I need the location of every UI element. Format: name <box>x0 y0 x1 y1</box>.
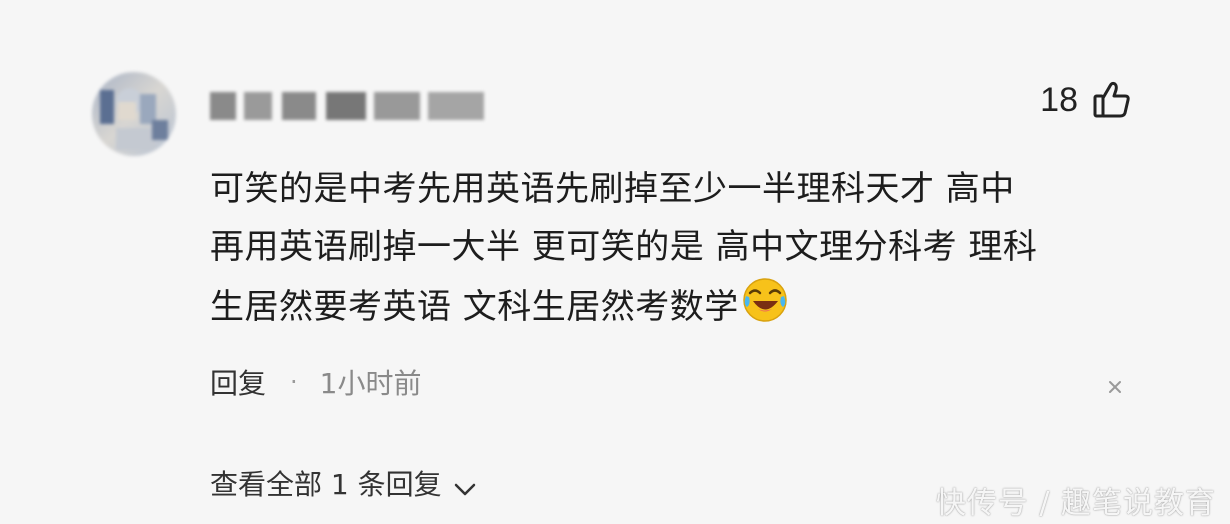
watermark: 快传号 / 趣笔说教育 <box>935 486 1216 521</box>
thumbs-up-icon[interactable] <box>1092 80 1132 120</box>
chevron-down-icon <box>452 473 478 496</box>
separator-dot: · <box>290 368 298 396</box>
comment-meta: 回复 · 1小时前 <box>210 362 421 402</box>
laugh-cry-emoji-icon <box>741 276 789 324</box>
like-count: 18 <box>1040 80 1078 119</box>
comment-card: 18 可笑的是中考先用英语先刷掉至少一半理科天才 高中 再用英语刷掉一大半 更可… <box>0 0 1230 524</box>
view-all-replies-label: 查看全部 1 条回复 <box>210 468 442 501</box>
comment-line-last: 生居然要考英语 文科生居然考数学 <box>210 276 1170 336</box>
close-icon[interactable] <box>1102 374 1128 400</box>
reply-button[interactable]: 回复 <box>210 362 266 402</box>
comment-text: 可笑的是中考先用英语先刷掉至少一半理科天才 高中 再用英语刷掉一大半 更可笑的是… <box>210 160 1170 336</box>
comment-line: 可笑的是中考先用英语先刷掉至少一半理科天才 高中 <box>210 169 1015 209</box>
avatar[interactable] <box>92 72 176 156</box>
timestamp: 1小时前 <box>319 367 422 400</box>
comment-line: 生居然要考英语 文科生居然考数学 <box>210 287 739 327</box>
view-all-replies-button[interactable]: 查看全部 1 条回复 <box>210 458 478 508</box>
comment-line: 再用英语刷掉一大半 更可笑的是 高中文理分科考 理科 <box>210 227 1038 267</box>
author-name[interactable] <box>210 88 485 124</box>
like-group[interactable]: 18 <box>1040 80 1132 120</box>
